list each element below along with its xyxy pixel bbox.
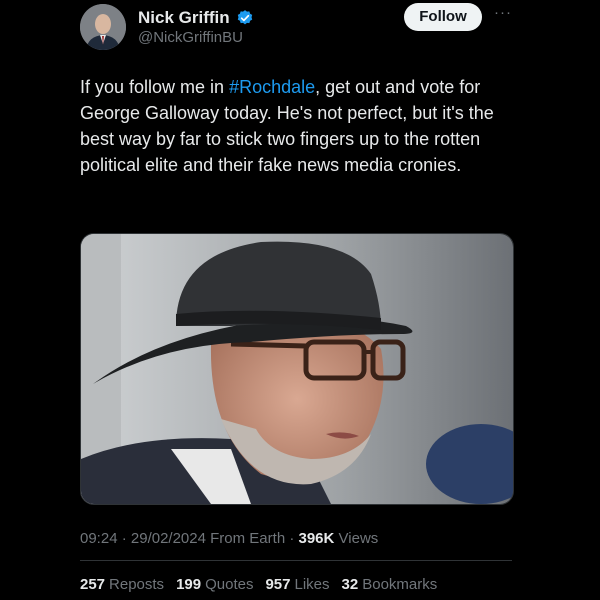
tweet-meta: 09:24 · 29/02/2024 From Earth · 396K Vie… [80,530,378,547]
stats-divider [80,560,512,561]
meta-separator: · [121,530,127,547]
reposts-label: Reposts [109,576,165,593]
likes-label: Likes [294,576,330,593]
quotes-label: Quotes [205,576,254,593]
follow-button[interactable]: Follow [404,3,482,31]
views-label: Views [338,530,379,547]
bookmarks-label: Bookmarks [362,576,438,593]
author-name[interactable]: Nick Griffin [138,8,230,28]
tweet-time[interactable]: 09:24 [80,530,118,547]
author-handle[interactable]: @NickGriffinBU [138,29,243,46]
tweet-text: If you follow me in #Rochdale, get out a… [80,74,510,178]
likes-count: 957 [265,576,291,593]
tweet-date[interactable]: 29/02/2024 [131,530,206,547]
quotes-count: 199 [176,576,202,593]
likes-stat[interactable]: 957 Likes [265,576,329,593]
tweet-media-image[interactable] [80,233,514,505]
quotes-stat[interactable]: 199 Quotes [176,576,253,593]
reposts-stat[interactable]: 257 Reposts [80,576,164,593]
author-name-row: Nick Griffin [138,8,254,28]
engagement-stats: 257 Reposts 199 Quotes 957 Likes 32 Bookmark… [80,576,437,593]
tweet-text-before: If you follow me in [80,77,230,97]
verified-badge-icon [237,10,252,25]
bookmarks-count: 32 [341,576,359,593]
avatar-image [80,4,126,50]
reposts-count: 257 [80,576,106,593]
hashtag-link[interactable]: #Rochdale [229,77,315,97]
views-count: 396K [298,530,335,547]
author-avatar[interactable] [80,4,126,50]
tweet-source: From Earth [210,530,286,547]
bookmarks-stat[interactable]: 32 Bookmarks [342,576,438,593]
photo-man-in-hat [81,234,513,504]
meta-separator: · [289,530,295,547]
more-horizontal-icon[interactable]: ··· [494,4,512,21]
